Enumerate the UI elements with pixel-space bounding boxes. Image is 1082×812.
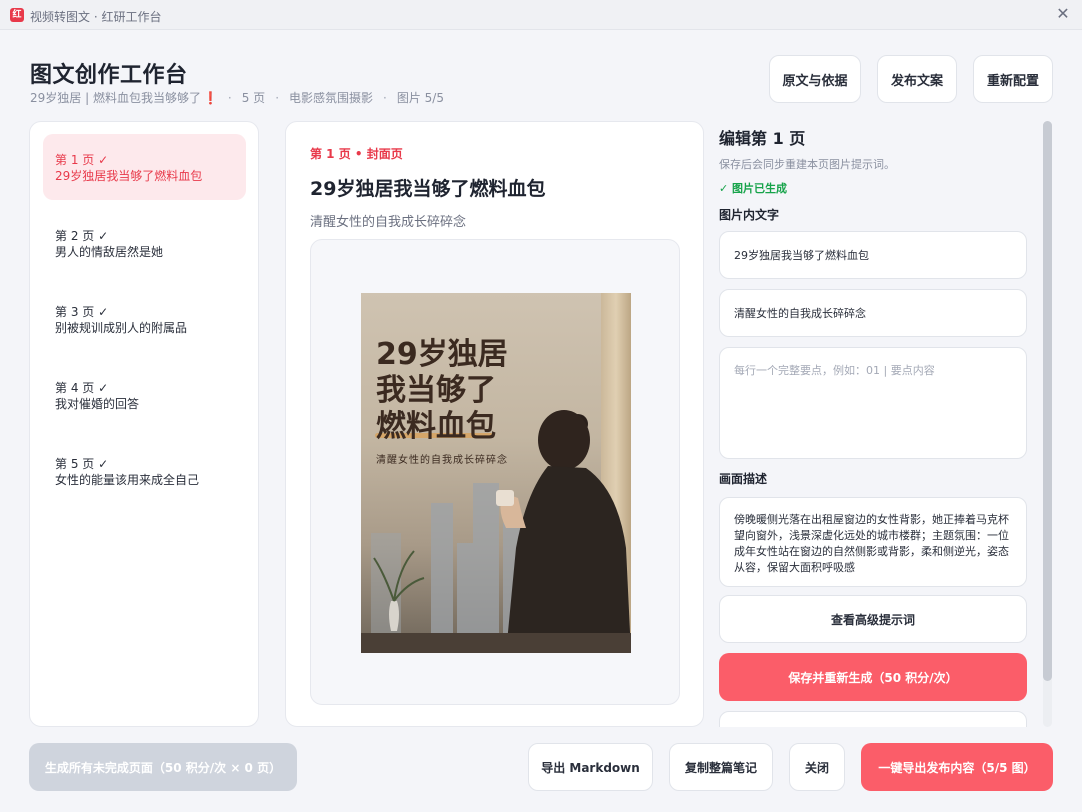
page-title-label: 我对催婚的回答 <box>55 397 140 411</box>
page-number: 第 1 页 ✓ <box>55 153 109 167</box>
woman-silhouette-icon <box>496 410 631 653</box>
editor-scrollbar[interactable] <box>1043 121 1052 727</box>
close-window-icon[interactable]: ✕ <box>1054 5 1072 23</box>
preview-page-label: 第 1 页 • 封面页 <box>310 147 403 161</box>
page-title-label: 男人的情敌居然是她 <box>55 245 164 259</box>
meta-topic: 29岁独居 | 燃料血包我当够够了 <box>30 91 201 105</box>
page-number: 第 2 页 ✓ <box>55 229 109 243</box>
view-advanced-prompt-button[interactable]: 查看高级提示词 <box>719 595 1027 643</box>
meta-topic-mark: ❗ <box>202 90 218 105</box>
copy-note-button[interactable]: 复制整篇笔记 <box>669 743 773 791</box>
page-item-3[interactable]: 第 3 页 ✓ 别被规训成别人的附属品 <box>43 286 246 352</box>
page-preview-panel: 第 1 页 • 封面页 29岁独居我当够了燃料血包 清醒女性的自我成长碎碎念 2… <box>285 121 704 727</box>
page-editor-panel: 编辑第 1 页 保存后会同步重建本页图片提示词。 ✓ 图片已生成 图片内文字 2… <box>719 121 1051 727</box>
image-text-label: 图片内文字 <box>719 208 780 222</box>
preview-subtitle: 清醒女性的自我成长碎碎念 <box>310 215 467 230</box>
page-number: 第 3 页 ✓ <box>55 305 109 319</box>
meta-images: 图片 5/5 <box>396 91 444 105</box>
reconfigure-button[interactable]: 重新配置 <box>973 55 1053 103</box>
publish-copy-button[interactable]: 发布文案 <box>877 55 957 103</box>
meta-pages: 5 页 <box>241 91 266 105</box>
editor-hint: 保存后会同步重建本页图片提示词。 <box>719 158 895 171</box>
save-and-regenerate-button[interactable]: 保存并重新生成（50 积分/次） <box>719 653 1027 701</box>
page-title-label: 29岁独居我当够了燃料血包 <box>55 169 203 183</box>
page-item-4[interactable]: 第 4 页 ✓ 我对催婚的回答 <box>43 362 246 428</box>
meta-separator: · <box>227 90 232 105</box>
image-text-line-1-input[interactable]: 29岁独居我当够了燃料血包 <box>719 231 1027 279</box>
page-number: 第 5 页 ✓ <box>55 457 109 471</box>
preview-image-frame: 29岁独居 我当够了 燃料血包 清醒女性的自我成长碎碎念 <box>310 239 680 705</box>
plant-vase-icon <box>373 550 425 631</box>
scrollbar-thumb[interactable] <box>1043 121 1052 681</box>
export-all-button[interactable]: 一键导出发布内容（5/5 图） <box>861 743 1053 791</box>
page-item-1[interactable]: 第 1 页 ✓ 29岁独居我当够了燃料血包 <box>43 134 246 200</box>
cover-subtitle: 清醒女性的自我成长碎碎念 <box>376 455 508 466</box>
close-button[interactable]: 关闭 <box>789 743 845 791</box>
key-points-textarea[interactable]: 每行一个完整要点，例如：01 | 要点内容 <box>719 347 1027 459</box>
page-title-label: 别被规训成别人的附属品 <box>55 321 188 335</box>
window-title: 视频转图文 · 红研工作台 <box>30 10 162 24</box>
page-number: 第 4 页 ✓ <box>55 381 109 395</box>
cover-title-line-1: 29岁独居 <box>376 337 508 372</box>
image-text-line-2-input[interactable]: 清醒女性的自我成长碎碎念 <box>719 289 1027 337</box>
image-status: ✓ 图片已生成 <box>719 182 788 195</box>
cover-image[interactable]: 29岁独居 我当够了 燃料血包 清醒女性的自我成长碎碎念 <box>361 293 631 653</box>
meta-style: 电影感氛围摄影 <box>289 91 374 105</box>
export-markdown-button[interactable]: 导出 Markdown <box>528 743 653 791</box>
app-logo-icon: 红 <box>10 8 24 22</box>
window-sill <box>361 633 631 653</box>
scene-description-label: 画面描述 <box>719 472 768 486</box>
cover-title-line-2: 我当够了 <box>376 373 496 408</box>
page-list-sidebar: 第 1 页 ✓ 29岁独居我当够了燃料血包 第 2 页 ✓ 男人的情敌居然是她 … <box>29 121 259 727</box>
page-title-label: 女性的能量该用来成全自己 <box>55 473 200 487</box>
scene-description-textarea[interactable]: 傍晚暖侧光落在出租屋窗边的女性背影，她正捧着马克杯望向窗外，浅景深虚化远处的城市… <box>719 497 1027 587</box>
page-title: 图文创作工作台 <box>30 63 188 88</box>
next-field-partial[interactable] <box>719 711 1027 727</box>
meta-separator: · <box>275 90 280 105</box>
meta-separator: · <box>383 90 387 105</box>
source-button[interactable]: 原文与依据 <box>769 55 861 103</box>
page-item-2[interactable]: 第 2 页 ✓ 男人的情敌居然是她 <box>43 210 246 276</box>
page-item-5[interactable]: 第 5 页 ✓ 女性的能量该用来成全自己 <box>43 438 246 504</box>
window-titlebar: 红 视频转图文 · 红研工作台 ✕ <box>0 0 1082 30</box>
preview-title: 29岁独居我当够了燃料血包 <box>310 178 546 200</box>
editor-title: 编辑第 1 页 <box>719 129 806 148</box>
generate-all-button[interactable]: 生成所有未完成页面（50 积分/次 × 0 页） <box>29 743 297 791</box>
cover-title-line-3: 燃料血包 <box>376 409 496 444</box>
page-meta: 29岁独居 | 燃料血包我当够够了 ❗ · 5 页 · 电影感氛围摄影 · 图片… <box>30 89 444 106</box>
